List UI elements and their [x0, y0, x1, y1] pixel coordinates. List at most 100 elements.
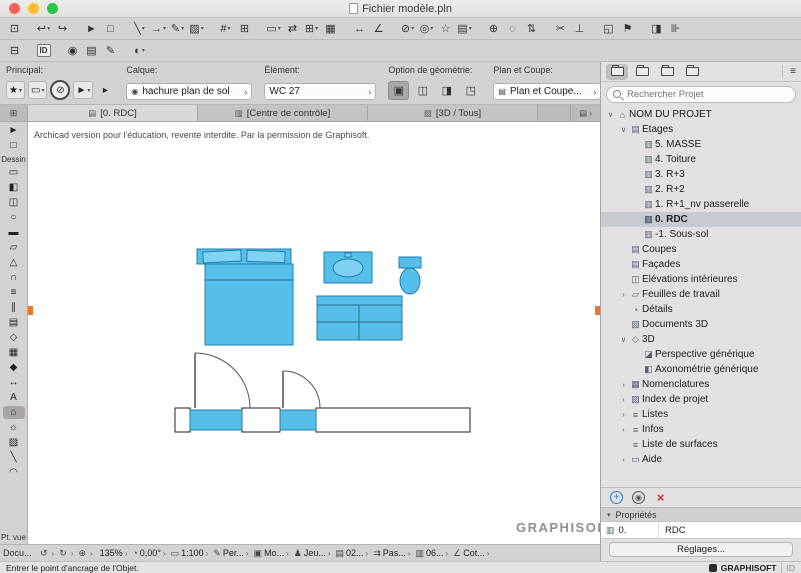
layer-visibility-eye-icon[interactable]: ◉ [131, 87, 138, 96]
pen-sets-control[interactable]: ♟ Jeu... › [293, 548, 332, 559]
view-frame-icon[interactable]: ▭ ▾ [264, 20, 283, 38]
camera-icon[interactable]: ◎ ▾ [417, 20, 436, 38]
orientation-icon[interactable]: ⇄ ▾ [283, 20, 302, 38]
dimensioning-control[interactable]: ∠ Cot... › [452, 548, 490, 559]
marquee-icon[interactable]: □ ▾ [101, 20, 120, 38]
column-grid-icon[interactable]: ⊞ ▾ [302, 20, 321, 38]
pens-icon[interactable]: ✎ ▾ [101, 42, 120, 60]
quick-options-icon[interactable]: ⊟ ▾ [5, 42, 24, 60]
toolbox-section-docu[interactable]: Docu... [3, 548, 36, 558]
curtain-wall-tool[interactable]: ▤ [3, 316, 25, 329]
bed[interactable] [196, 248, 294, 346]
arrow-tool-button[interactable]: ► ▾ [73, 81, 94, 99]
save-icon[interactable]: ⊡ ▾ [5, 20, 24, 38]
tree-item[interactable]: › ▭ Aide [601, 452, 801, 467]
column-tool[interactable]: ○ [3, 211, 25, 224]
flag-icon[interactable]: ⚑ ▾ [618, 20, 637, 38]
slab-tool[interactable]: ▱ [3, 241, 25, 254]
dimension-tool[interactable]: ↔ [3, 376, 25, 389]
tree-item[interactable]: › ≡ Infos [601, 422, 801, 437]
group-icon[interactable]: ◱ ▾ [599, 20, 618, 38]
tree-item[interactable]: › ▨ Index de projet [601, 392, 801, 407]
select-arrow-icon[interactable]: ► ▾ [82, 20, 101, 38]
morph-tool[interactable]: ◆ [3, 361, 25, 374]
method-toggle-button[interactable]: ⊘ ▾ [50, 80, 71, 100]
wall-tool[interactable]: ▭ [3, 166, 25, 179]
tree-item[interactable]: › ≡ Listes [601, 407, 801, 422]
document-tab[interactable]: ▥ [Centre de contrôle] [198, 105, 368, 121]
eye-icon[interactable]: ◉ ▾ [63, 42, 82, 60]
zoom-in-icon[interactable]: ⊕ ▾ [484, 20, 503, 38]
disclosure-chevron[interactable]: › [618, 425, 629, 434]
properties-header[interactable]: ▾ Propriétés [601, 507, 801, 522]
zone-tool[interactable]: ◇ [3, 331, 25, 344]
arc-tool[interactable]: ◠ [3, 466, 25, 479]
shell-tool[interactable]: ∩ [3, 271, 25, 284]
model-view-control[interactable]: ▣ Mo... › [253, 548, 290, 559]
principal-more-button[interactable]: ▸ ▾ [96, 81, 114, 99]
door-1[interactable] [189, 352, 251, 431]
stair-tool[interactable]: ≡ [3, 286, 25, 299]
document-tab[interactable]: ▧ [3D / Tous] [368, 105, 538, 121]
geometry-method-3[interactable]: ◨ [436, 81, 457, 100]
tree-item[interactable]: ▥ 4. Toiture [601, 152, 801, 167]
tree-item[interactable]: ∨ ◇ 3D [601, 332, 801, 347]
zoom-level-control[interactable]: 135% › [97, 548, 129, 558]
tree-item[interactable]: ◧ Axonométrie générique [601, 362, 801, 377]
navigator-menu-button[interactable]: ≡ [782, 65, 796, 78]
geometry-method-1[interactable]: ▣ [388, 81, 410, 100]
document-tab[interactable]: ▤ [0. RDC] [28, 105, 198, 121]
close-button[interactable] [9, 3, 20, 14]
tree-item[interactable]: ▥ 3. R+3 [601, 167, 801, 182]
orientation-control[interactable]: ◔ 0,00° › [131, 548, 166, 558]
tree-item[interactable]: ◫ Élévations intérieures [601, 272, 801, 287]
elevation-marker-left[interactable] [28, 306, 33, 315]
fit-in-window-button[interactable]: ⊕ › [77, 548, 93, 559]
beam-tool[interactable]: ▬ [3, 226, 25, 239]
quick-layout-icon[interactable]: ⊞ [0, 105, 28, 121]
tree-item[interactable]: ▤ Coupes [601, 242, 801, 257]
next-zoom-button[interactable]: ↻ › [58, 548, 74, 559]
redo-icon[interactable]: ↪ ▾ [53, 20, 72, 38]
text-tool[interactable]: A [3, 391, 25, 404]
favorites-button[interactable]: ★ ▾ [6, 81, 25, 99]
favorites-star-icon[interactable]: ☆ ▾ [436, 20, 455, 38]
default-transfer-button[interactable]: ▭ ▾ [27, 81, 48, 99]
panel-toggle-icon[interactable]: ◨ ▾ [647, 20, 666, 38]
disclosure-chevron[interactable]: ∨ [605, 110, 616, 119]
floor-plan[interactable] [28, 122, 599, 544]
lamp-tool[interactable]: ☼ [3, 421, 25, 434]
pen-set-control[interactable]: ✎ Per... › [212, 548, 249, 559]
split-icon[interactable]: ⊥ ▾ [570, 20, 589, 38]
tree-item[interactable]: ∨ ⌂ NOM DU PROJET [601, 107, 801, 122]
layout-book-tab[interactable] [656, 64, 678, 80]
disclosure-chevron[interactable]: ∨ [618, 125, 629, 134]
disclosure-chevron[interactable]: › [618, 410, 629, 419]
geometry-method-4[interactable]: ◳ [460, 81, 481, 100]
dimension-icon[interactable]: ↔ ▾ [350, 20, 369, 38]
previous-zoom-button[interactable]: ↺ › [39, 548, 55, 559]
washbasin-counter[interactable] [323, 251, 373, 284]
elevation-marker-right[interactable] [595, 306, 600, 315]
marquee-tool[interactable]: □ [3, 139, 25, 152]
disclosure-chevron[interactable]: › [618, 380, 629, 389]
pan-icon[interactable]: ⇅ ▾ [522, 20, 541, 38]
section-marker-icon[interactable]: ⊘ ▾ [398, 20, 417, 38]
grid-snap-icon[interactable]: # ▾ [216, 20, 235, 38]
fill-type-icon[interactable]: ▨ ▾ [187, 20, 206, 38]
schedule-icon[interactable]: ▦ ▾ [321, 20, 340, 38]
toilet[interactable] [398, 256, 422, 295]
zoom-window-button[interactable] [47, 3, 58, 14]
tree-item[interactable]: ◪ Perspective générique [601, 347, 801, 362]
line-type-icon[interactable]: ╲ ▾ [130, 20, 149, 38]
tree-item[interactable]: ≡ Liste de surfaces [601, 437, 801, 452]
disclosure-chevron[interactable]: › [618, 395, 629, 404]
scale-control[interactable]: ▭ 1:100 › [170, 548, 210, 559]
search-input[interactable] [606, 86, 796, 103]
window-tool[interactable]: ◫ [3, 196, 25, 209]
geometry-method-2[interactable]: ◫ [412, 81, 433, 100]
trace-reference-icon[interactable]: ◐ ▾ [130, 42, 149, 60]
roof-tool[interactable]: △ [3, 256, 25, 269]
tree-item[interactable]: › ▦ Nomenclatures [601, 377, 801, 392]
object-tool[interactable]: ⌂ [2, 406, 25, 419]
